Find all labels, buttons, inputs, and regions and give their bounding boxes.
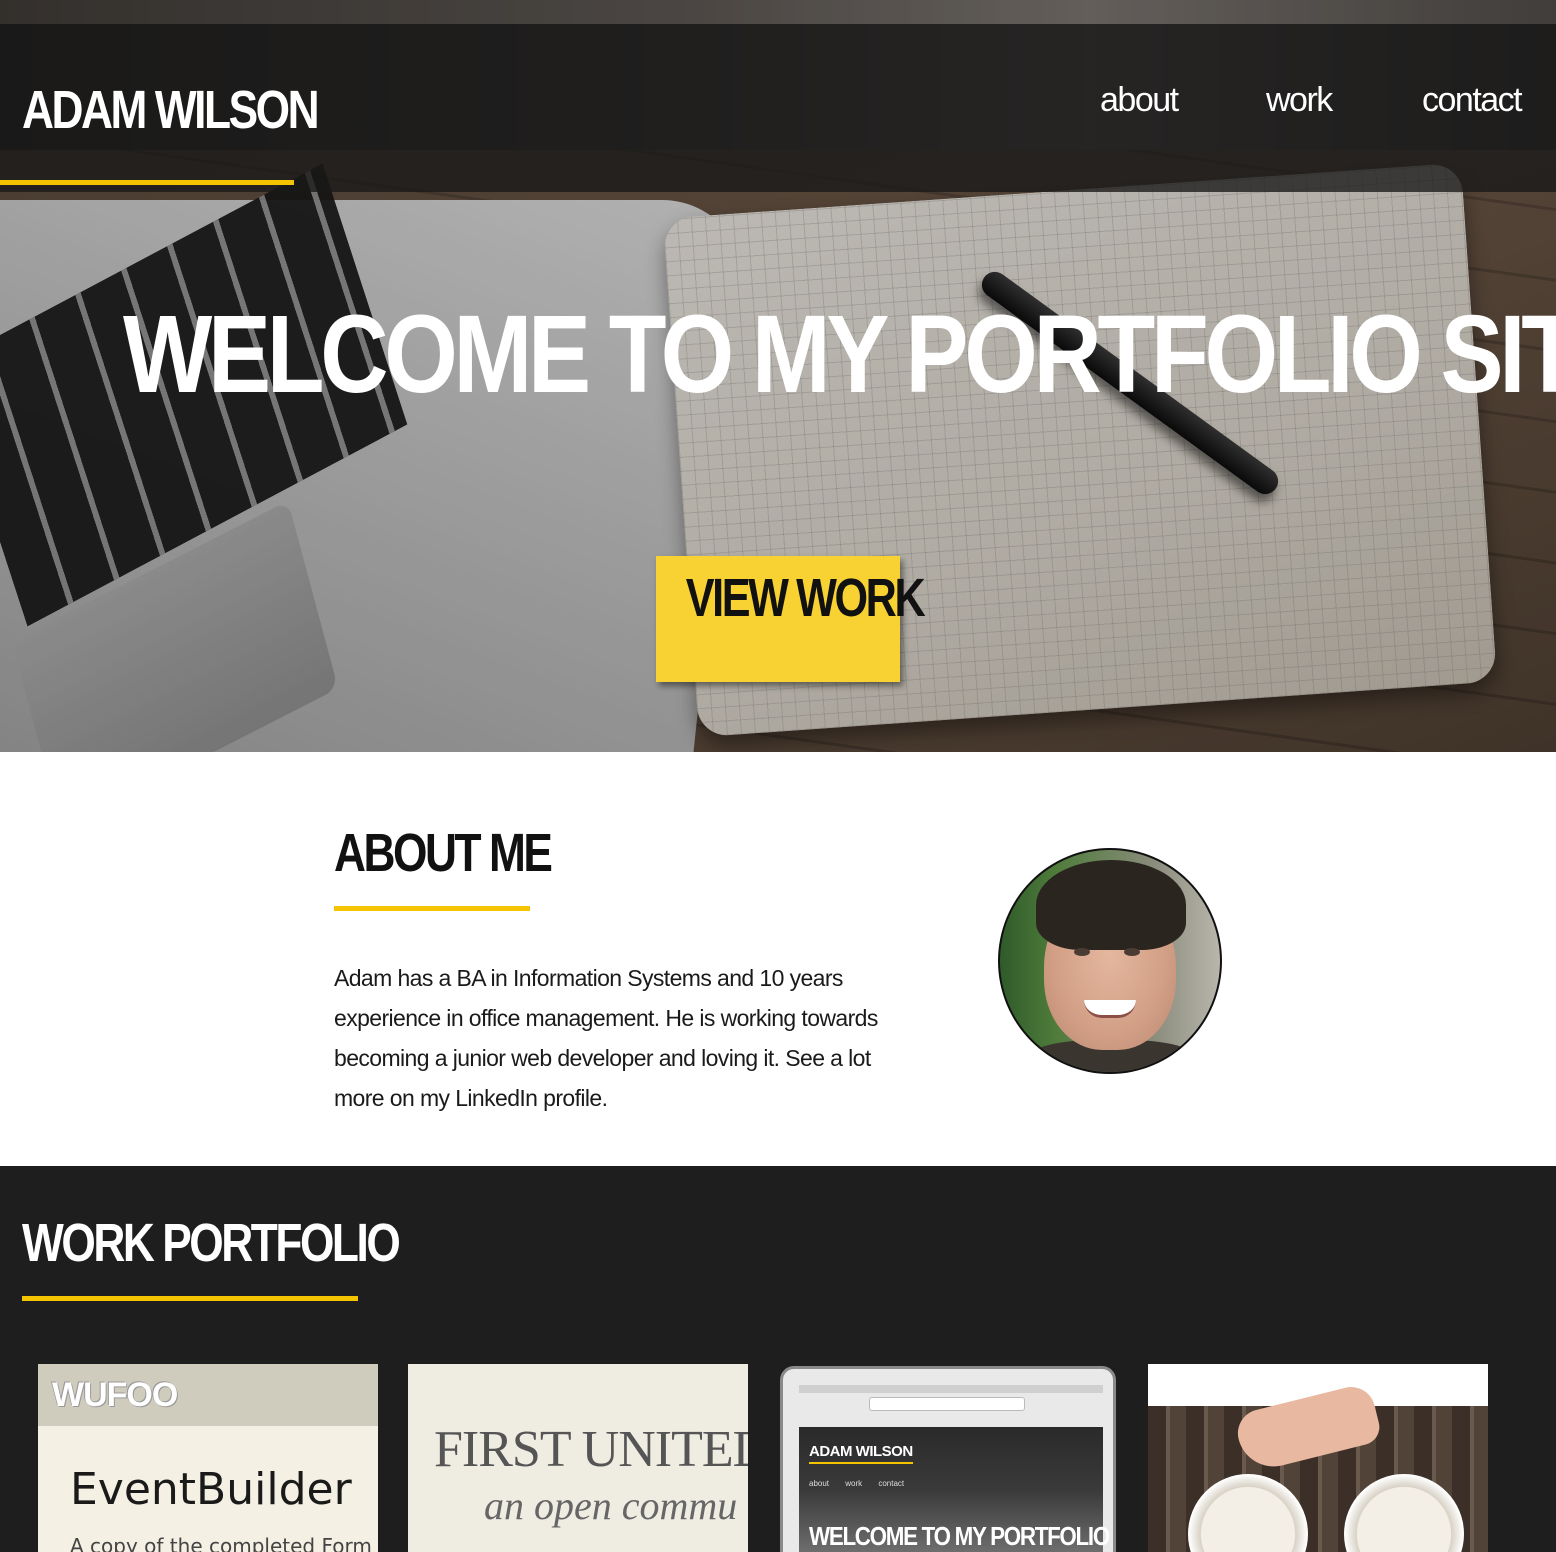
view-work-label: VIEW WORK (656, 568, 926, 628)
mini-title: WELCOME TO MY PORTFOLIO (809, 1521, 1110, 1551)
avatar-eye-left (1074, 948, 1090, 956)
work-section: WORK PORTFOLIO WUFOO EventBuilder A copy… (0, 1166, 1556, 1552)
view-work-button[interactable]: VIEW WORK (656, 556, 926, 682)
hero-section: ADAM WILSON about work contact WELCOME T… (0, 0, 1556, 752)
nav-link-contact[interactable]: contact (1422, 80, 1523, 120)
avatar (998, 848, 1222, 1074)
tablet-status-bar (799, 1385, 1103, 1393)
card-subtitle: A copy of the completed Form (70, 1534, 372, 1552)
avatar-hair (1036, 860, 1186, 950)
work-card-coffee[interactable] (1148, 1364, 1488, 1552)
tablet-frame: ADAM WILSON about work contact WELCOME T… (780, 1366, 1116, 1552)
mini-nav: about work contact (809, 1479, 905, 1488)
hero-title: WELCOME TO MY PORTFOLIO SITE (0, 290, 1556, 420)
tablet-url-bar (869, 1397, 1025, 1411)
about-underline (334, 906, 530, 911)
top-strip (0, 0, 1556, 24)
about-heading: ABOUT ME (334, 823, 553, 883)
brand-underline (0, 180, 294, 185)
tablet-screen: ADAM WILSON about work contact WELCOME T… (799, 1427, 1110, 1552)
work-underline (22, 1296, 358, 1301)
avatar-eye-right (1124, 948, 1140, 956)
work-heading: WORK PORTFOLIO (22, 1213, 401, 1273)
card-title: EventBuilder (70, 1464, 352, 1515)
work-card-first-united[interactable]: FIRST UNITED an open commu (408, 1364, 748, 1552)
card-subtitle: an open commu (484, 1483, 738, 1528)
card-title: FIRST UNITED (434, 1421, 748, 1478)
site-navbar: ADAM WILSON about work contact (0, 24, 1556, 192)
nav-link-about[interactable]: about (1100, 80, 1179, 120)
wufoo-logo: WUFOO (52, 1376, 178, 1414)
nav-link-work[interactable]: work (1266, 80, 1333, 120)
work-card-eventbuilder[interactable]: WUFOO EventBuilder A copy of the complet… (38, 1364, 378, 1552)
about-text: Adam has a BA in Information Systems and… (334, 965, 878, 1111)
hero-title-text: WELCOME TO MY PORTFOLIO SITE (122, 293, 1556, 416)
view-work-label-text: VIEW WORK (685, 568, 926, 628)
brand-logo[interactable]: ADAM WILSON (22, 80, 320, 140)
mini-brand: ADAM WILSON (809, 1443, 913, 1464)
work-card-portfolio-site[interactable]: ADAM WILSON about work contact WELCOME T… (780, 1364, 1116, 1552)
